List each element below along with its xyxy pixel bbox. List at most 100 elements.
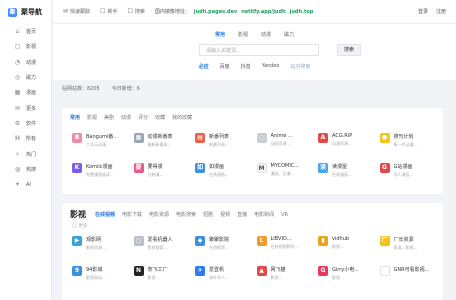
sidebar-item-9[interactable]: ◍ 热搜: [0, 162, 51, 177]
search-tab-2[interactable]: 动漫: [261, 31, 271, 38]
site-icon: 要: [133, 163, 144, 173]
section-video-note[interactable]: ◯ 更多: [72, 223, 87, 229]
sidebar-item-8[interactable]: ✧ 热门: [0, 146, 51, 161]
sidebar-item-label: 更多: [26, 105, 37, 112]
engine-option-0[interactable]: 必应: [199, 63, 209, 70]
sidebar-item-1[interactable]: ▢ 影视: [0, 39, 51, 54]
register-link[interactable]: 注册: [436, 8, 446, 15]
site-card[interactable]: L LIBVIO... 在线视频影院...: [253, 233, 315, 255]
site-card[interactable]: ▶ 观影网 影视资源...: [68, 233, 130, 255]
site-desc: 漫画、日漫...: [270, 171, 295, 176]
category-tab[interactable]: 电影下载: [122, 211, 142, 218]
sidebar-item-label: 影视: [26, 44, 37, 51]
site-desc: 动漫资源...: [332, 141, 352, 146]
site-card[interactable]: ◌ Anime ... 动画资源...: [253, 130, 315, 152]
site-card[interactable]: M MYCOMIC... 漫画、日漫...: [253, 160, 315, 182]
sidebar-item-0[interactable]: ⌂ 首页: [0, 24, 51, 39]
nav-item-icon: ✧: [14, 150, 21, 158]
category-tab[interactable]: 评分: [138, 114, 148, 121]
top-link-0[interactable]: ✉ 快速跟踪: [63, 8, 90, 15]
site-card[interactable]: ▢ 爱看机器人 影视搜索...: [130, 233, 192, 255]
site-card[interactable]: 要要得漫 日韩漫...: [130, 160, 192, 182]
site-card[interactable]: G G站漫画 同人漫画...: [376, 160, 438, 182]
category-tab[interactable]: 在线视频: [95, 211, 115, 218]
sidebar-nav: ⌂ 首页 ▢ 影视 ◔ 动漫 ◎ 磁力 ▦ 漫画 ✉ 更多 ⚙ 软件 ⌘ 所有 ✧ 热门 ◍ 热搜 ✦ AI: [0, 24, 51, 192]
sidebar-item-3[interactable]: ◎ 磁力: [0, 70, 51, 85]
site-card[interactable]: ✈ 爱壹帆 海外华人...: [191, 263, 253, 285]
site-text: G站漫画 同人漫画...: [394, 163, 414, 178]
sidebar-item-4[interactable]: ▦ 漫画: [0, 85, 51, 100]
site-card[interactable]: ▦ 动漫新番表 最新新番表...: [130, 130, 192, 152]
site-name: 新番列表: [209, 134, 230, 140]
site-card[interactable]: A ACG.RIP 动漫资源...: [314, 130, 376, 152]
sidebar-item-6[interactable]: ⚙ 软件: [0, 116, 51, 131]
site-icon: L: [256, 236, 267, 246]
sidebar-item-7[interactable]: ⌘ 所有: [0, 131, 51, 146]
site-text: Anime ... 动画资源...: [271, 133, 293, 147]
sidebar-item-10[interactable]: ✦ AI: [0, 177, 51, 192]
logo[interactable]: 聚 聚导航: [0, 0, 51, 24]
top-link-2[interactable]: ☐ 搜索: [127, 8, 144, 15]
site-icon: M: [256, 163, 267, 173]
engine-option-1[interactable]: 百度: [220, 63, 230, 70]
search-button[interactable]: 搜索: [337, 44, 361, 56]
mirror-link-3[interactable]: judh.top: [290, 9, 314, 15]
site-card[interactable]: ▲ 网飞猫 影视...: [253, 263, 315, 285]
category-tab[interactable]: VR: [281, 212, 288, 218]
top-link-1[interactable]: ☐ 新手: [100, 8, 117, 15]
category-tab[interactable]: 电影资源: [149, 211, 169, 218]
sidebar-item-2[interactable]: ◔ 动漫: [0, 55, 51, 70]
sidebar-item-5[interactable]: ✉ 更多: [0, 100, 51, 115]
category-tab[interactable]: 影视: [87, 114, 97, 121]
site-desc: 影视资源...: [86, 245, 106, 250]
site-card[interactable]: 读读漫屋 在线漫画...: [314, 160, 376, 182]
site-icon: 读: [318, 163, 328, 173]
engine-option-2[interactable]: 抖音: [241, 63, 251, 70]
section-title: 影视: [70, 210, 86, 219]
category-tab[interactable]: 我的收藏: [172, 114, 192, 121]
category-tab[interactable]: 美剧: [104, 114, 114, 121]
nav-item-icon: ⌘: [14, 135, 21, 143]
mirror-list: 国内镜像地址： judh.pages.dev netlify.app/judh …: [155, 8, 314, 16]
site-icon: 9: [72, 266, 82, 276]
search-tab-0[interactable]: 常用: [215, 31, 225, 38]
category-tab[interactable]: 视频: [220, 211, 230, 218]
site-card[interactable]: B Bangumi番... 二次元动漫...: [68, 130, 130, 152]
category-tab[interactable]: 收藏: [155, 114, 165, 121]
engine-option-3[interactable]: Yandex: [262, 63, 280, 70]
site-card[interactable]: G Girry小电... 影视...: [314, 263, 376, 285]
site-card[interactable]: 如如漫画 在线漫画...: [191, 160, 253, 182]
nav-item-icon: ▢: [14, 43, 21, 51]
mirror-link-2[interactable]: netlify.app/judh: [241, 9, 285, 15]
site-name: MYCOMIC...: [270, 163, 300, 169]
category-tab[interactable]: 短剧: [203, 211, 213, 218]
site-text: vidhub 影视...: [332, 236, 349, 250]
site-card[interactable]: 9 94影城 影视网站...: [68, 263, 130, 285]
site-card[interactable]: ◆ 聚聚影院 在线影院...: [191, 233, 253, 255]
search-input[interactable]: 请输入关键词...: [199, 44, 319, 56]
site-text: 奈飞工厂 影视...: [148, 266, 168, 281]
site-text: Komiic漫画 免费漫画阅读...: [86, 163, 114, 178]
site-desc: 影视搜索...: [147, 245, 168, 250]
search-engines: 必应 百度 抖音 Yandex 站内搜索: [53, 63, 456, 70]
site-text: GNR可看影视...: [394, 266, 430, 273]
site-card[interactable]: N 奈飞工厂 影视...: [130, 263, 192, 285]
site-card[interactable]: ▤ 新番列表 新番列表...: [191, 130, 253, 152]
search-tab-3[interactable]: 磁力: [284, 31, 294, 38]
site-card[interactable]: ▮ vidhub 影视...: [314, 233, 376, 255]
login-link[interactable]: 登录: [418, 8, 428, 15]
category-tab[interactable]: 电影搜索: [176, 211, 196, 218]
mirror-link-1[interactable]: judh.pages.dev: [194, 9, 237, 15]
site-card[interactable]: K Komiic漫画 免费漫画阅读...: [68, 160, 130, 182]
search-tab-1[interactable]: 影视: [238, 31, 248, 38]
category-tab[interactable]: 电影新闻: [254, 211, 274, 218]
category-tab[interactable]: 动漫: [121, 114, 131, 121]
site-icon: N: [133, 266, 144, 276]
site-card[interactable]: 厂厂长资源 高清...影视...: [376, 233, 438, 255]
site-card[interactable]: GNR可看影视...: [376, 263, 438, 285]
category-tab[interactable]: 常用: [70, 114, 80, 121]
section-video: 影视 在线视频 电影下载 电影资源 电影搜索 短剧 视频 直播 电影新闻 VR ◯ 更多 ▶ 观影…: [62, 203, 443, 300]
engine-option-4[interactable]: 站内搜索: [290, 63, 310, 70]
site-card[interactable]: ● 搜刊计划 新一代动漫...: [376, 130, 438, 152]
category-tab[interactable]: 直播: [237, 211, 247, 218]
